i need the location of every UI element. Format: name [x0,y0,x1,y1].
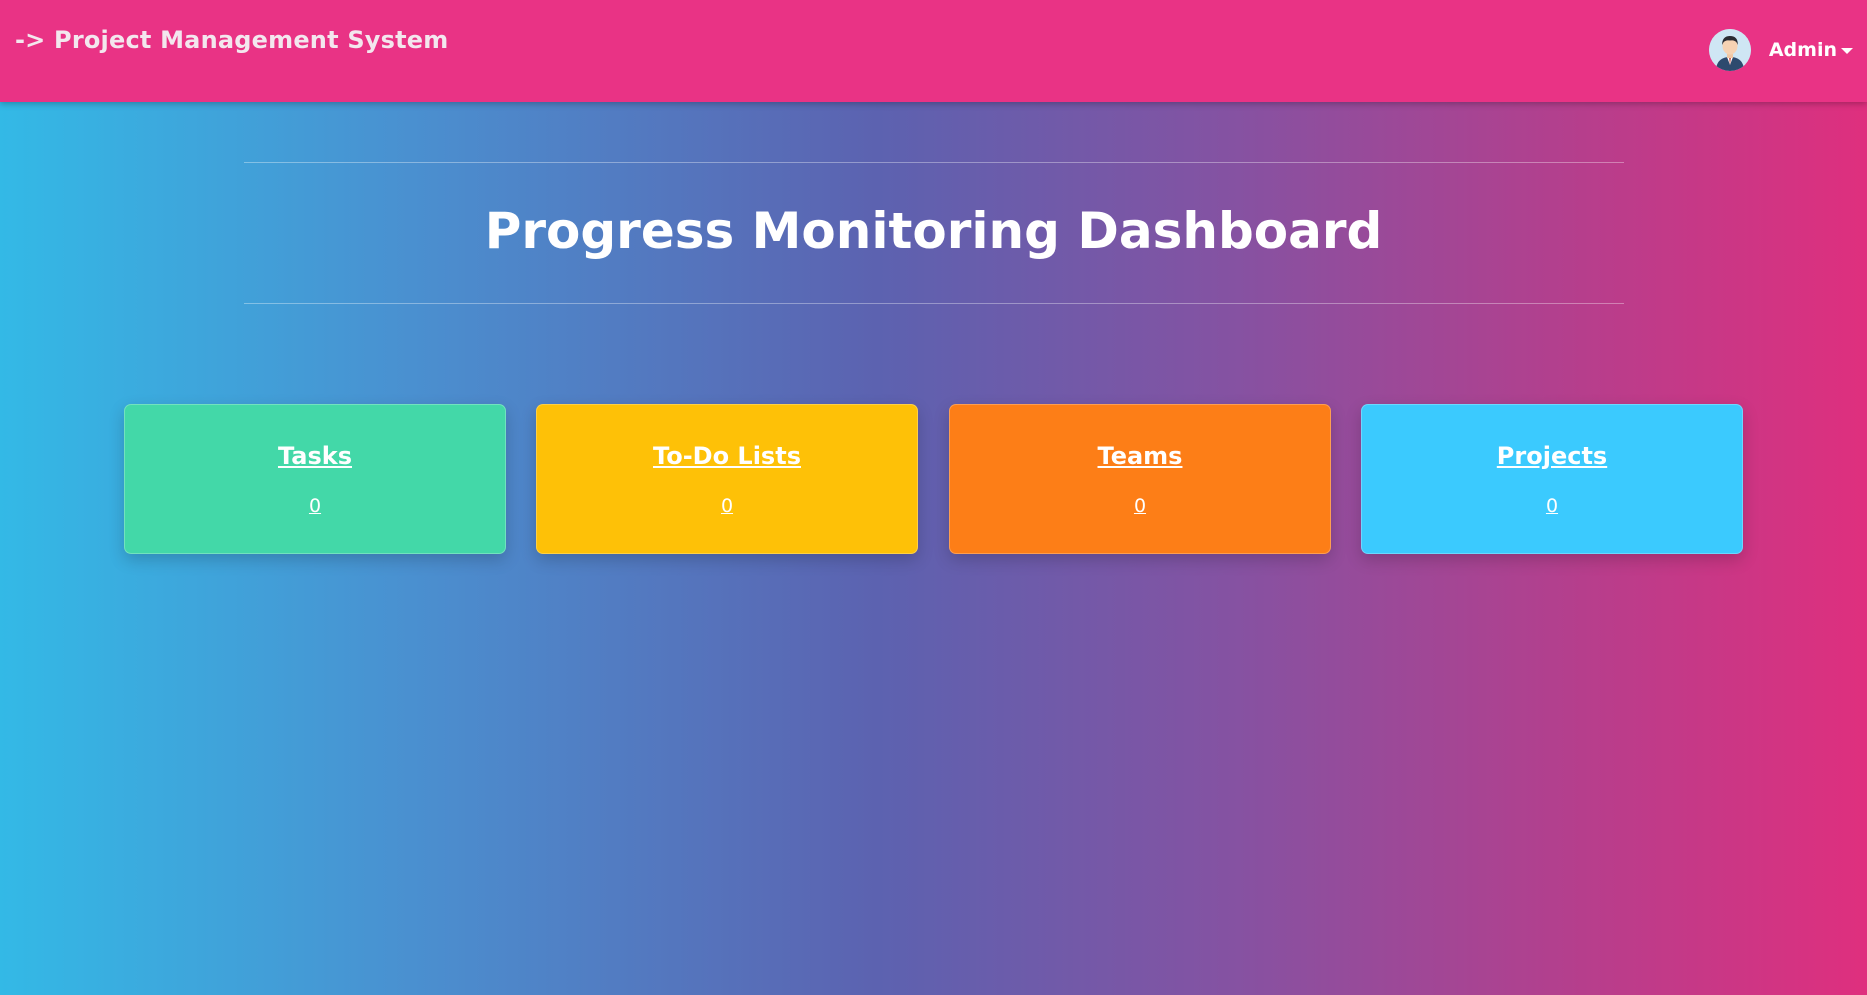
title-divider-top [244,162,1624,163]
tasks-card[interactable]: Tasks 0 [124,404,506,554]
projects-card[interactable]: Projects 0 [1361,404,1743,554]
teams-card-count[interactable]: 0 [950,495,1330,517]
chevron-down-icon[interactable] [1841,48,1853,54]
projects-card-title[interactable]: Projects [1362,442,1742,470]
teams-card[interactable]: Teams 0 [949,404,1331,554]
projects-card-count[interactable]: 0 [1362,495,1742,517]
page-title: Progress Monitoring Dashboard [484,202,1383,260]
top-navbar: -> Project Management System Admin [0,0,1867,102]
user-name-label[interactable]: Admin [1769,39,1837,61]
todo-lists-card[interactable]: To-Do Lists 0 [536,404,918,554]
user-menu-dropdown[interactable]: Admin [1708,29,1853,71]
brand-title[interactable]: -> Project Management System [15,26,449,54]
summary-cards: Tasks 0 To-Do Lists 0 Teams 0 Projects 0 [124,404,1744,554]
title-divider-bottom [244,303,1624,304]
tasks-card-count[interactable]: 0 [125,495,505,517]
todo-lists-card-count[interactable]: 0 [537,495,917,517]
user-avatar-icon[interactable] [1708,29,1751,71]
teams-card-title[interactable]: Teams [950,442,1330,470]
tasks-card-title[interactable]: Tasks [125,442,505,470]
todo-lists-card-title[interactable]: To-Do Lists [537,442,917,470]
